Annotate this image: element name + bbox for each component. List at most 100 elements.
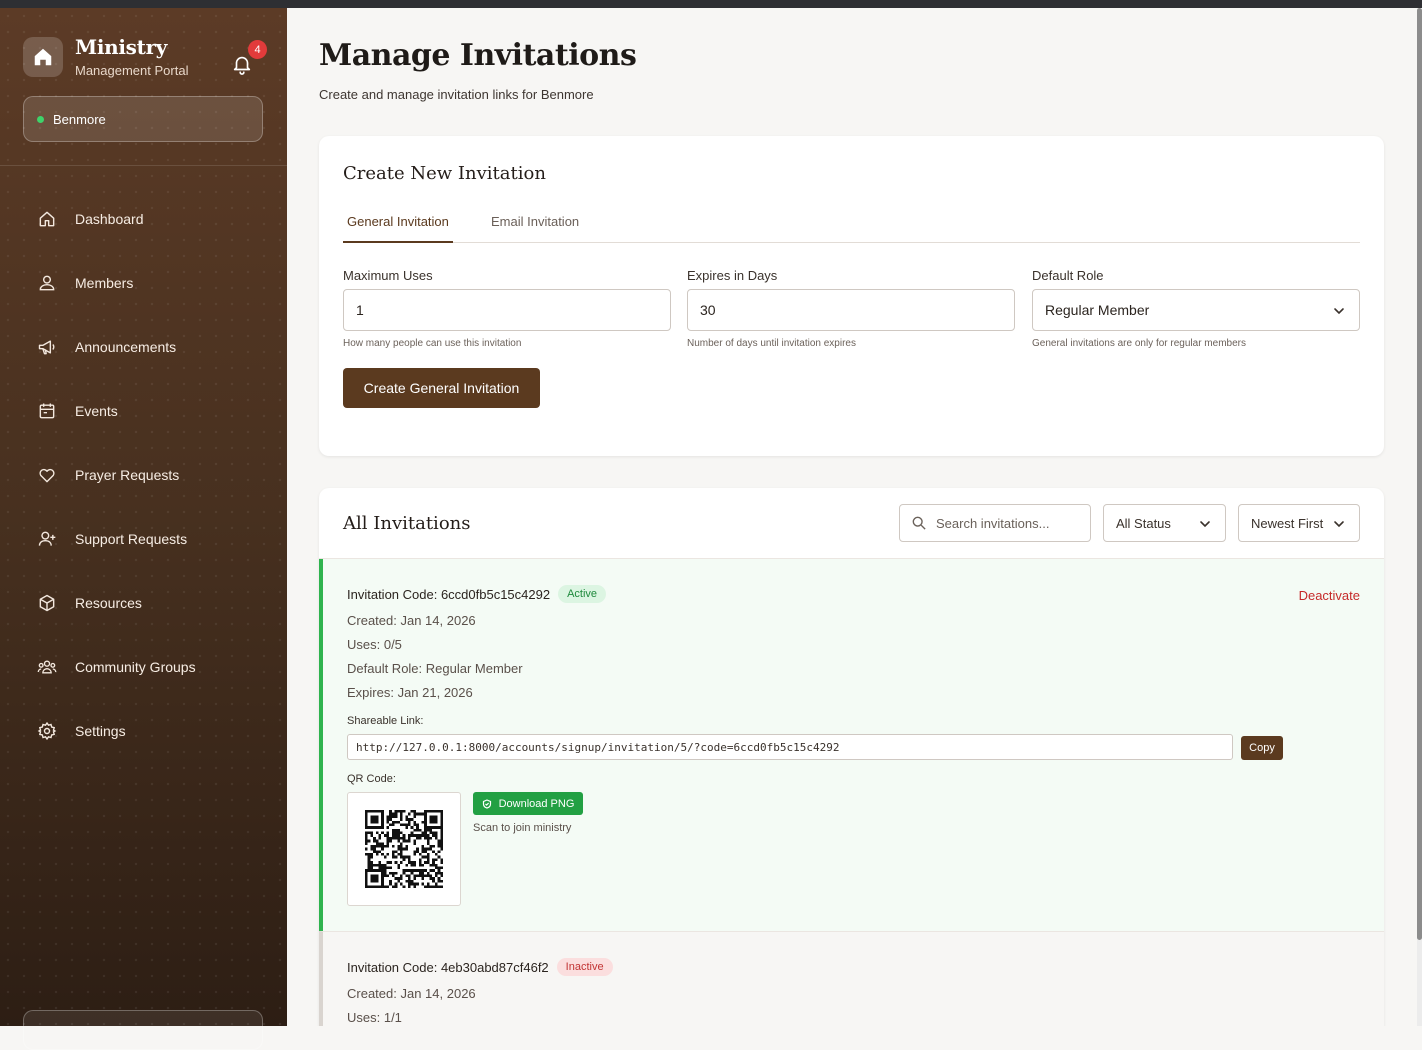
field-label: Expires in Days: [687, 268, 778, 283]
field-label: Default Role: [1032, 268, 1104, 283]
sidebar-item-label: Support Requests: [75, 531, 188, 547]
sidebar-item-label: Community Groups: [75, 659, 196, 675]
search-icon: [912, 516, 926, 530]
default-role-select[interactable]: Regular Member: [1032, 289, 1360, 331]
expires-days-field-group: Expires in Days 30 Number of days until …: [687, 268, 1015, 349]
qr-code-image: [347, 792, 461, 906]
invitation-item: Invitation Code: 6ccd0fb5c15c4292 Active…: [319, 559, 1384, 931]
sidebar-item-resources[interactable]: Resources: [0, 571, 287, 635]
chevron-down-icon: [1334, 521, 1344, 528]
sidebar-item-label: Prayer Requests: [75, 467, 180, 483]
sidebar-item-label: Resources: [75, 595, 142, 611]
scrollbar-thumb[interactable]: [1417, 8, 1422, 940]
status-badge: Active: [558, 585, 607, 603]
status-badge: Inactive: [556, 958, 613, 976]
browser-top-bar: [0, 0, 1422, 8]
created-date: Created: Jan 14, 2026: [347, 613, 476, 628]
chevron-down-icon: [1334, 308, 1344, 315]
max-uses-input[interactable]: 1: [343, 289, 671, 331]
default-role-field-group: Default Role Regular Member General invi…: [1032, 268, 1360, 349]
brand-title: Ministry: [75, 35, 168, 59]
user-plus-icon: [38, 531, 56, 546]
qr-code-graphic: [365, 810, 443, 888]
search-input[interactable]: Search invitations...: [899, 504, 1091, 542]
uses-count: Uses: 0/5: [347, 637, 402, 652]
download-png-button[interactable]: Download PNG: [473, 792, 583, 815]
sidebar-item-label: Events: [75, 403, 118, 419]
shareable-link-label: Shareable Link:: [347, 715, 424, 727]
status-filter-select[interactable]: All Status: [1103, 504, 1226, 542]
calendar-icon: [39, 403, 55, 419]
sidebar-item-events[interactable]: Events: [0, 379, 287, 443]
sidebar-item-label: Dashboard: [75, 211, 144, 227]
sidebar-item-label: Announcements: [75, 339, 177, 355]
page-title: Manage Invitations: [319, 38, 637, 73]
card-title: Create New Invitation: [343, 163, 546, 184]
default-role-value: Regular Member: [1045, 302, 1150, 318]
section-title: All Invitations: [343, 513, 471, 534]
invitation-code: Invitation Code: 4eb30abd87cf46f2: [347, 959, 549, 975]
sidebar-item-prayer-requests[interactable]: Prayer Requests: [0, 443, 287, 507]
bell-icon[interactable]: [231, 53, 253, 75]
sidebar-item-dashboard[interactable]: Dashboard: [0, 187, 287, 251]
scan-caption: Scan to join ministry: [473, 822, 572, 834]
copy-button[interactable]: Copy: [1241, 736, 1283, 760]
max-uses-field-group: Maximum Uses 1 How many people can use t…: [343, 268, 671, 349]
chevron-down-icon: [1200, 521, 1210, 528]
megaphone-icon: [38, 340, 55, 355]
sidebar-item-label: Settings: [75, 723, 126, 739]
search-placeholder: Search invitations...: [936, 515, 1050, 531]
users-icon: [39, 275, 55, 291]
shareable-link-field[interactable]: http://127.0.0.1:8000/accounts/signup/in…: [347, 734, 1233, 760]
sidebar: Ministry Management Portal 4 Benmore Das…: [0, 8, 287, 1050]
sidebar-divider: [0, 165, 287, 166]
ministry-name: Benmore: [53, 111, 106, 127]
sidebar-item-announcements[interactable]: Announcements: [0, 315, 287, 379]
status-filter-value: All Status: [1116, 515, 1171, 531]
gear-icon: [37, 721, 57, 741]
page-scrollbar[interactable]: [1417, 8, 1422, 1026]
expires-days-input[interactable]: 30: [687, 289, 1015, 331]
heart-icon: [39, 468, 55, 483]
invitation-item: Invitation Code: 4eb30abd87cf46f2 Inacti…: [319, 931, 1384, 1026]
home-icon: [39, 211, 55, 227]
brand[interactable]: Ministry Management Portal: [23, 36, 188, 78]
download-label: Download PNG: [498, 797, 575, 810]
create-invitation-card: Create New Invitation General Invitation…: [319, 136, 1384, 456]
created-date: Created: Jan 14, 2026: [347, 986, 476, 1001]
sort-select[interactable]: Newest First: [1238, 504, 1360, 542]
sidebar-item-label: Members: [75, 275, 134, 291]
main-content: Manage Invitations Create and manage inv…: [287, 8, 1417, 1026]
sidebar-item-members[interactable]: Members: [0, 251, 287, 315]
sidebar-item-support-requests[interactable]: Support Requests: [0, 507, 287, 571]
user-profile-card[interactable]: [23, 1010, 263, 1050]
qr-code-label: QR Code:: [347, 773, 396, 785]
sidebar-item-settings[interactable]: Settings: [0, 699, 287, 763]
invitation-type-tabs: General Invitation Email Invitation: [343, 212, 1360, 243]
create-invitation-button[interactable]: Create General Invitation: [343, 368, 540, 408]
field-help-text: How many people can use this invitation: [343, 338, 522, 349]
field-help-text: General invitations are only for regular…: [1032, 338, 1246, 349]
tab-email-invitation[interactable]: Email Invitation: [491, 212, 579, 241]
sidebar-item-community-groups[interactable]: Community Groups: [0, 635, 287, 699]
ministry-selector[interactable]: Benmore: [23, 96, 263, 142]
page-subtitle: Create and manage invitation links for B…: [319, 87, 594, 102]
group-icon: [37, 660, 57, 674]
field-label: Maximum Uses: [343, 268, 433, 283]
default-role: Default Role: Regular Member: [347, 661, 523, 676]
uses-count: Uses: 1/1: [347, 1010, 402, 1025]
invitation-code: Invitation Code: 6ccd0fb5c15c4292: [347, 586, 551, 602]
field-help-text: Number of days until invitation expires: [687, 338, 856, 349]
deactivate-button[interactable]: Deactivate: [1299, 588, 1360, 603]
tab-general-invitation[interactable]: General Invitation: [343, 212, 453, 243]
all-invitations-card: All Invitations Search invitations... Al…: [319, 488, 1384, 1026]
sort-value: Newest First: [1251, 515, 1324, 531]
download-icon: [482, 798, 491, 809]
online-status-dot: [37, 115, 44, 123]
box-icon: [39, 594, 55, 612]
expiry-date: Expires: Jan 21, 2026: [347, 685, 473, 700]
brand-subtitle: Management Portal: [75, 63, 189, 78]
home-logo-icon: [23, 37, 63, 77]
sidebar-nav: Dashboard Members Announcements Events P…: [0, 187, 287, 763]
notification-badge: 4: [248, 40, 267, 59]
